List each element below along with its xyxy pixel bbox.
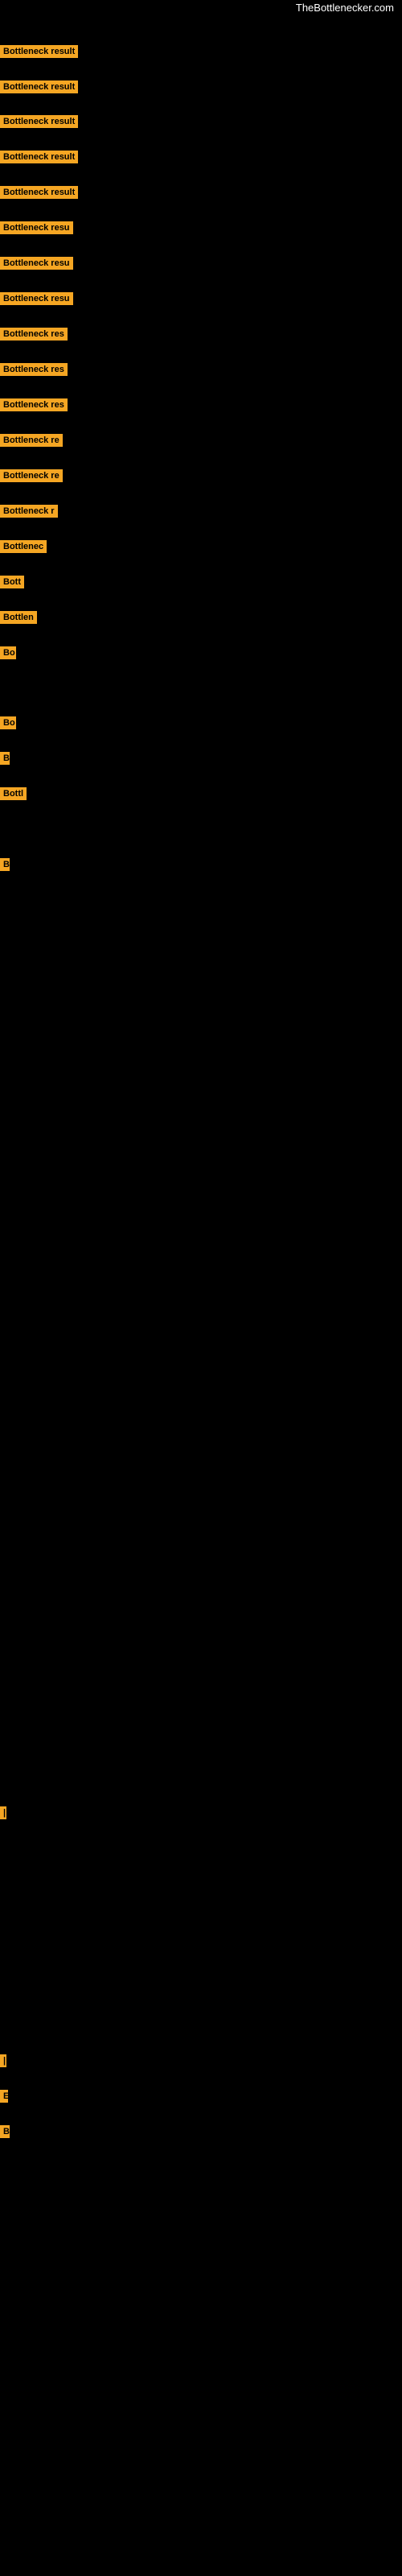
bottleneck-badge-2: Bottleneck result	[0, 80, 78, 93]
bottleneck-badge-13: Bottleneck re	[0, 469, 63, 482]
bottleneck-badge-22: B	[0, 858, 10, 871]
bottleneck-badge-9: Bottleneck res	[0, 328, 68, 341]
bottleneck-badge-14: Bottleneck r	[0, 505, 58, 518]
bottleneck-badge-15: Bottlenec	[0, 540, 47, 553]
bottleneck-badge-17: Bottlen	[0, 611, 37, 624]
bottleneck-badge-8: Bottleneck resu	[0, 292, 73, 305]
bottleneck-badge-16: Bott	[0, 576, 24, 588]
bottleneck-badge-1: Bottleneck result	[0, 45, 78, 58]
bottleneck-badge-10: Bottleneck res	[0, 363, 68, 376]
bottleneck-badge-19: Bo	[0, 716, 16, 729]
bottleneck-badge-21: Bottl	[0, 787, 27, 800]
bottleneck-badge-20: B	[0, 752, 10, 765]
bottleneck-badge-26: B	[0, 2125, 10, 2138]
bottleneck-badge-3: Bottleneck result	[0, 115, 78, 128]
bottleneck-badge-6: Bottleneck resu	[0, 221, 73, 234]
bottleneck-badge-12: Bottleneck re	[0, 434, 63, 447]
bottleneck-badge-25: E	[0, 2090, 8, 2103]
bottleneck-badge-5: Bottleneck result	[0, 186, 78, 199]
bottleneck-badge-7: Bottleneck resu	[0, 257, 73, 270]
bottleneck-badge-11: Bottleneck res	[0, 398, 68, 411]
bottleneck-badge-18: Bo	[0, 646, 16, 659]
bottleneck-badge-24: |	[0, 2054, 6, 2067]
bottleneck-badge-23: |	[0, 1806, 6, 1819]
site-title: TheBottlenecker.com	[296, 2, 394, 14]
bottleneck-badge-4: Bottleneck result	[0, 151, 78, 163]
